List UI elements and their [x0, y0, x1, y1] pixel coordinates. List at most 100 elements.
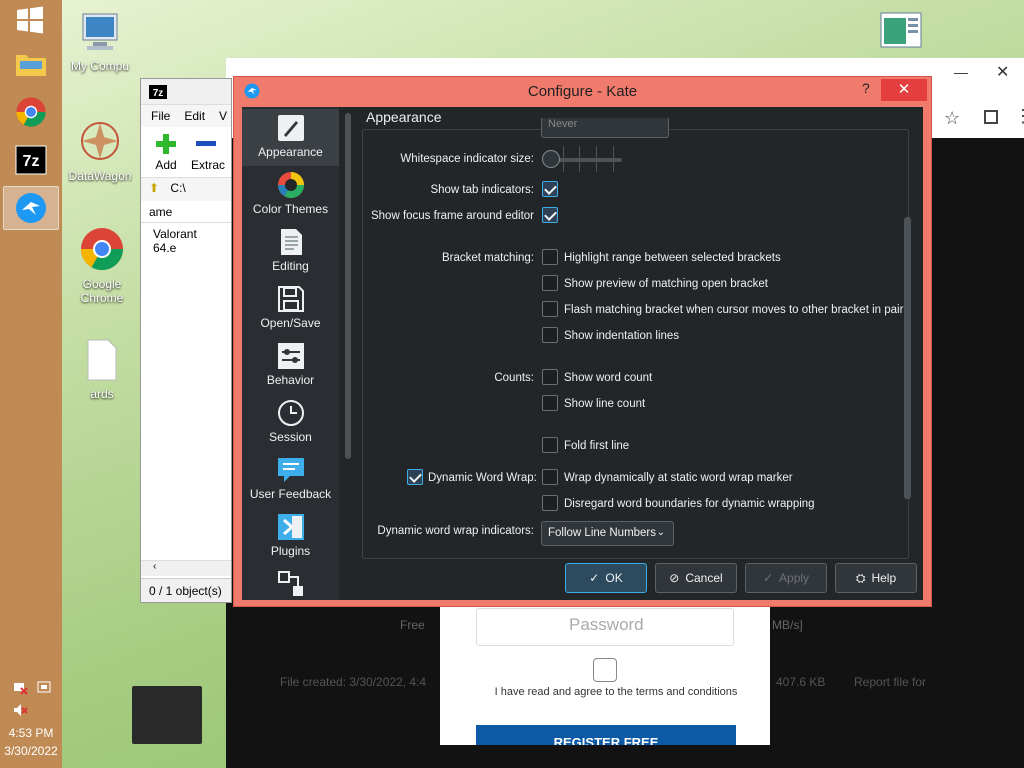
computer-icon: [82, 13, 118, 50]
address-bar[interactable]: ⬆ C:\: [141, 177, 231, 201]
slider-tick: [596, 146, 597, 172]
disregard-boundaries-checkbox[interactable]: [542, 495, 558, 511]
desktop-icon-chrome[interactable]: Google Chrome: [64, 226, 140, 305]
sidebar-item-label: Plugins: [270, 544, 311, 558]
sidebar-item-appearance[interactable]: Appearance: [242, 109, 339, 166]
line-count-label[interactable]: Show line count: [564, 398, 645, 410]
window-icon[interactable]: [880, 12, 922, 48]
system-tray: 4:53 PM 3/30/2022: [0, 668, 62, 768]
help-icon[interactable]: ?: [862, 80, 870, 96]
network-icon[interactable]: [12, 680, 28, 696]
brush-icon: [277, 115, 304, 141]
taskbar-file-explorer[interactable]: [3, 42, 59, 86]
plugin-icon: [277, 514, 304, 540]
file-created-text: File created: 3/30/2022, 4:4: [280, 675, 427, 689]
star-icon[interactable]: ☆: [944, 108, 960, 129]
desktop-icon-ards[interactable]: ards: [64, 338, 140, 401]
menu-icon[interactable]: ⋮: [1014, 106, 1024, 127]
register-button[interactable]: REGISTER FREE: [476, 725, 736, 745]
taskbar-chrome[interactable]: [3, 90, 59, 134]
report-link[interactable]: Report file for: [854, 675, 926, 689]
color-wheel-icon: [277, 172, 304, 199]
flash-bracket-checkbox[interactable]: [542, 301, 558, 317]
apply-button[interactable]: ✓ Apply: [745, 563, 827, 593]
sidebar-item-plugins[interactable]: Plugins: [242, 508, 339, 565]
help-button[interactable]: ⛭ Help: [835, 563, 917, 593]
sidebar-item-behavior[interactable]: Behavior: [242, 337, 339, 394]
preview-bracket-label[interactable]: Show preview of matching open bracket: [564, 278, 768, 290]
indent-lines-label[interactable]: Show indentation lines: [564, 330, 679, 342]
menu-file[interactable]: File: [151, 109, 170, 123]
folder-up-icon[interactable]: ⬆: [149, 181, 159, 195]
sidebar-scrollbar[interactable]: [345, 113, 351, 459]
flash-bracket-label[interactable]: Flash matching bracket when cursor moves…: [564, 304, 903, 316]
word-count-checkbox[interactable]: [542, 369, 558, 385]
indent-lines-checkbox[interactable]: [542, 327, 558, 343]
desktop-icon-computer[interactable]: My Compu: [62, 10, 138, 73]
sidebar-item-editing[interactable]: Editing: [242, 223, 339, 280]
cancel-icon: ⊘: [669, 571, 680, 585]
highlight-range-label[interactable]: Highlight range between selected bracket…: [564, 252, 781, 264]
datawagon-icon: [81, 122, 119, 160]
desktop-icon-datawagon[interactable]: DataWagon: [62, 118, 138, 183]
sidebar-item-color-themes[interactable]: Color Themes: [242, 166, 339, 223]
disregard-boundaries-label[interactable]: Disregard word boundaries for dynamic wr…: [564, 498, 815, 510]
7zip-toolbar: Add Extrac: [141, 127, 231, 177]
list-item[interactable]: Valorant 64.e: [141, 223, 231, 259]
show-tab-checkbox[interactable]: [542, 181, 558, 197]
line-count-checkbox[interactable]: [542, 395, 558, 411]
dialog-titlebar[interactable]: Configure - Kate ? ✕: [234, 77, 931, 105]
taskbar-kate[interactable]: [3, 186, 59, 230]
word-count-label[interactable]: Show word count: [564, 372, 652, 384]
highlight-range-checkbox[interactable]: [542, 249, 558, 265]
menu-edit[interactable]: Edit: [184, 109, 205, 123]
taskbar-time[interactable]: 4:53 PM: [0, 726, 62, 740]
cancel-label: Cancel: [685, 571, 723, 585]
sidebar-item-user-feedback[interactable]: User Feedback: [242, 451, 339, 508]
taskbar-date[interactable]: 3/30/2022: [0, 744, 62, 758]
taskbar-7zip[interactable]: 7z: [3, 138, 59, 182]
sidebar-item-session[interactable]: Session: [242, 394, 339, 451]
dynamic-wrap-label[interactable]: Dynamic Word Wrap:: [428, 472, 537, 484]
column-header-name[interactable]: ame: [141, 201, 231, 223]
taskbar: 7z 4:53 PM 3/30/2022: [0, 0, 62, 768]
counts-label: Counts:: [494, 372, 534, 384]
recaptcha-badge[interactable]: [132, 686, 202, 744]
password-input[interactable]: Password: [476, 608, 734, 646]
volume-muted-icon[interactable]: [12, 702, 28, 718]
sidebar-item-label: User Feedback: [249, 487, 332, 501]
sidebar-item-open-save[interactable]: Open/Save: [242, 280, 339, 337]
close-icon[interactable]: ✕: [996, 62, 1009, 82]
wrap-static-label[interactable]: Wrap dynamically at static word wrap mar…: [564, 472, 793, 484]
whitespace-slider-handle[interactable]: [542, 150, 560, 168]
minimize-icon[interactable]: —: [954, 64, 968, 80]
dynamic-wrap-checkbox[interactable]: [407, 469, 423, 485]
sidebar-item-label: Appearance: [258, 145, 323, 159]
sidebar-item-more[interactable]: [242, 565, 339, 599]
chat-bubble-icon: [277, 458, 304, 482]
chevron-down-icon: ⌄: [656, 527, 665, 538]
settings-scrollbar[interactable]: [904, 217, 911, 499]
windows-start-icon[interactable]: [16, 6, 44, 34]
checkmark-icon: ✓: [762, 571, 774, 585]
add-button[interactable]: Add: [155, 133, 177, 172]
wrap-indicators-select[interactable]: Follow Line Numbers ⌄: [541, 521, 674, 546]
7zip-titlebar[interactable]: 7z: [141, 79, 231, 105]
menu-view[interactable]: V: [219, 109, 227, 123]
ok-button[interactable]: ✓ OK: [565, 563, 647, 593]
close-button[interactable]: ✕: [881, 79, 927, 101]
horizontal-scrollbar[interactable]: ‹: [141, 560, 231, 576]
7zip-menubar: File Edit V: [141, 105, 231, 127]
action-center-icon[interactable]: [36, 680, 52, 696]
fold-first-checkbox[interactable]: [542, 437, 558, 453]
cancel-button[interactable]: ⊘ Cancel: [655, 563, 737, 593]
focus-frame-checkbox[interactable]: [542, 207, 558, 223]
partial-combo[interactable]: Never: [541, 118, 669, 138]
sidebar-toggle-icon[interactable]: [984, 110, 998, 124]
extract-button[interactable]: Extrac: [191, 133, 225, 172]
preview-bracket-checkbox[interactable]: [542, 275, 558, 291]
wrap-indicators-label: Dynamic word wrap indicators:: [377, 525, 534, 537]
terms-checkbox[interactable]: [593, 658, 617, 682]
fold-first-label[interactable]: Fold first line: [564, 440, 629, 452]
wrap-static-checkbox[interactable]: [542, 469, 558, 485]
